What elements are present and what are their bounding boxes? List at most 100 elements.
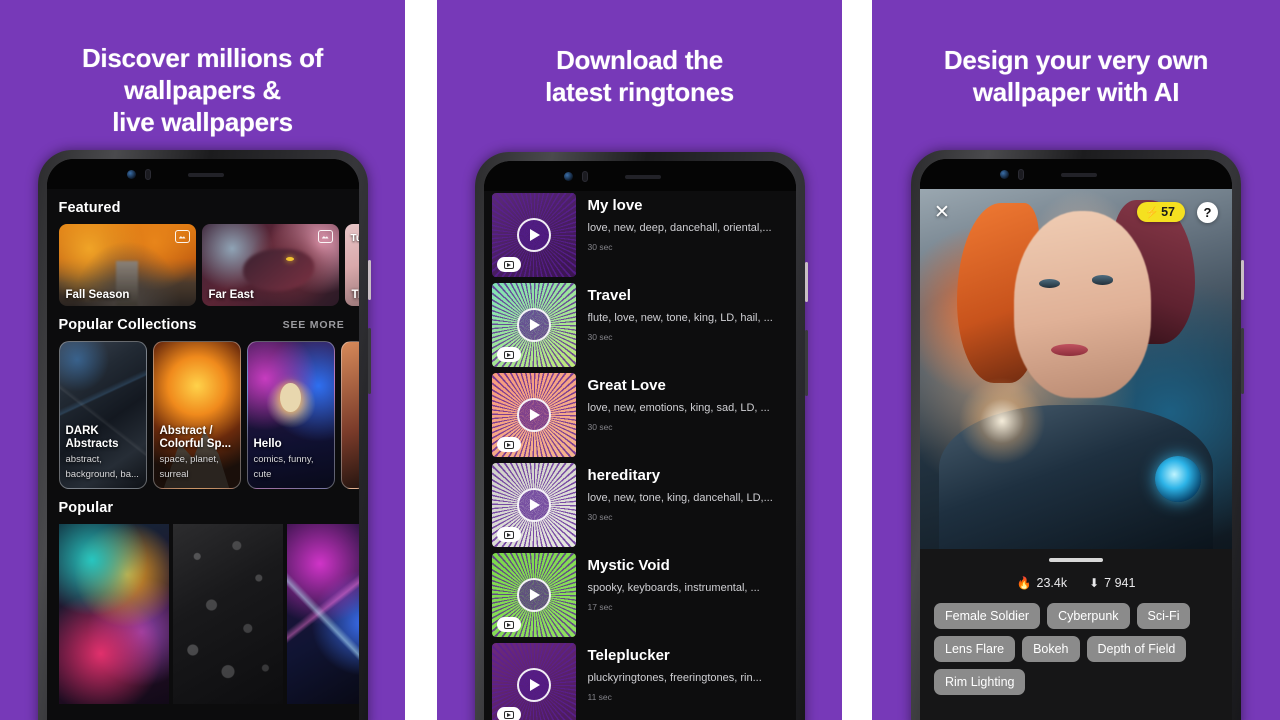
prompt-chip[interactable]: Lens Flare [934, 636, 1016, 662]
topbar-right-group: ⚡ 57 ? [1137, 201, 1218, 223]
collections-carousel[interactable]: DARK Abstracts abstract, background, ba.… [47, 341, 359, 489]
collection-card[interactable]: Hello comics, funny, cute [246, 341, 335, 489]
collection-card[interactable]: DARK Abstracts abstract, background, ba.… [58, 341, 147, 489]
popular-wallpaper-tile[interactable] [58, 524, 169, 704]
play-button-icon[interactable] [516, 488, 551, 522]
ringtone-title: Travel [587, 287, 631, 304]
ringtone-duration: 30 sec [587, 332, 613, 342]
credits-badge[interactable]: ⚡ 57 [1137, 202, 1185, 222]
phone-side-button-power[interactable] [1241, 328, 1244, 394]
ringtone-tags: pluckyringtones, freeringtones, rin... [587, 672, 762, 684]
screenshot-stage: Discover millions of wallpapers & live w… [0, 0, 1280, 720]
video-badge-icon [496, 617, 521, 632]
likes-count: 23.4k [1036, 576, 1068, 590]
ringtone-tags: love, new, tone, king, dancehall, LD,... [587, 492, 773, 504]
play-button-icon[interactable] [516, 218, 551, 252]
ringtone-thumbnail[interactable] [491, 643, 576, 720]
sheet-drag-handle[interactable] [1049, 558, 1103, 562]
ringtone-duration: 30 sec [587, 242, 613, 252]
prompt-chip[interactable]: Female Soldier [934, 603, 1041, 629]
ringtone-meta: Teleplucker pluckyringtones, freerington… [588, 643, 786, 702]
ringtone-list-item[interactable]: hereditary love, new, tone, king, danceh… [484, 463, 796, 547]
promo-panel-wallpapers: Discover millions of wallpapers & live w… [0, 0, 405, 720]
play-button-icon[interactable] [516, 308, 551, 342]
play-button-icon[interactable] [516, 668, 551, 702]
ringtone-title: Teleplucker [587, 647, 670, 664]
ringtone-thumbnail[interactable] [491, 553, 576, 637]
phone-screen-3: ✕ ⚡ 57 ? 🔥 23.4k ⬇ 7 941 Female Soldier … [920, 159, 1232, 720]
front-camera-icon [563, 172, 573, 181]
video-badge-icon [496, 347, 521, 362]
ringtone-title: Great Love [587, 377, 666, 394]
downloads-stat: ⬇ 7 941 [1089, 576, 1135, 590]
collection-card[interactable] [340, 341, 359, 489]
ringtone-list-item[interactable]: Teleplucker pluckyringtones, freerington… [484, 643, 796, 720]
ringtone-thumbnail[interactable] [491, 193, 576, 277]
ringtone-title: hereditary [587, 467, 661, 484]
prompt-chip[interactable]: Rim Lighting [934, 669, 1026, 695]
proximity-sensor-icon [144, 169, 151, 180]
featured-carousel[interactable]: Fall Season Far East Tu inte Try [47, 224, 359, 306]
front-camera-icon [1000, 170, 1009, 179]
prompt-tag-chips: Female Soldier Cyberpunk Sci-Fi Lens Fla… [920, 590, 1232, 695]
help-icon[interactable]: ? [1197, 201, 1218, 223]
featured-card-label: Fall Season [65, 289, 130, 301]
panel-3-headline: Design your very own wallpaper with AI [872, 0, 1280, 108]
ringtone-thumbnail[interactable] [491, 283, 576, 367]
close-icon[interactable]: ✕ [934, 203, 950, 222]
ai-wallpaper-screen: ✕ ⚡ 57 ? 🔥 23.4k ⬇ 7 941 Female Soldier … [920, 189, 1232, 720]
phone-side-button-power[interactable] [804, 330, 808, 396]
download-icon: ⬇ [1089, 576, 1100, 590]
prompt-chip[interactable]: Bokeh [1022, 636, 1080, 662]
ringtone-tags: spooky, keyboards, instrumental, ... [587, 582, 760, 594]
phone-side-button-volume[interactable] [367, 260, 371, 300]
phone-screen-2: My love love, new, deep, dancehall, orie… [483, 161, 796, 720]
headline-line-2: wallpaper with AI [972, 77, 1180, 107]
popular-wallpaper-tile[interactable] [286, 524, 359, 704]
see-more-button[interactable]: SEE MORE [283, 316, 345, 331]
ai-generated-wallpaper-preview[interactable]: ✕ ⚡ 57 ? [920, 189, 1232, 549]
collection-card[interactable]: Abstract / Colorful Sp... space, planet,… [152, 341, 241, 489]
ringtone-list-item[interactable]: My love love, new, deep, dancehall, orie… [484, 193, 796, 277]
ringtone-list-item[interactable]: Travel flute, love, new, tone, king, LD,… [484, 283, 796, 367]
collection-title-line-1: DARK [65, 425, 99, 437]
collection-title-line-2: Colorful Sp... [159, 438, 232, 450]
video-badge-icon [496, 707, 521, 720]
ai-preview-topbar: ✕ ⚡ 57 ? [920, 189, 1232, 235]
popular-wallpaper-tile[interactable] [172, 524, 283, 704]
featured-card-sub: Tu inte [350, 233, 359, 244]
phone-notch-bar [483, 161, 796, 191]
headline-line-1: Design your very own [943, 45, 1209, 75]
wallpaper-app-screen: Featured Fall Season Far East Tu inte [46, 189, 359, 720]
prompt-chip[interactable]: Cyberpunk [1047, 603, 1130, 629]
ringtone-duration: 11 sec [587, 692, 612, 702]
headline-line-1: Discover millions of [81, 43, 324, 73]
headline-line-1: Download the [556, 45, 723, 75]
ringtone-thumbnail[interactable] [491, 463, 576, 547]
phone-side-button-volume[interactable] [804, 262, 808, 302]
featured-card[interactable]: Far East [201, 224, 339, 306]
section-title-popular-collections: Popular Collections [58, 317, 197, 333]
phone-mockup-3: ✕ ⚡ 57 ? 🔥 23.4k ⬇ 7 941 Female Soldier … [911, 150, 1244, 720]
fire-icon: 🔥 [1016, 576, 1032, 590]
ringtone-list-item[interactable]: Great Love love, new, emotions, king, sa… [484, 373, 796, 457]
ringtone-list-item[interactable]: Mystic Void spooky, keyboards, instrumen… [484, 553, 796, 637]
collection-tags-line-2: surreal [159, 468, 189, 480]
earpiece-speaker [187, 173, 224, 177]
featured-card[interactable]: Tu inte Try [344, 224, 359, 306]
phone-side-button-power[interactable] [367, 328, 371, 394]
phone-side-button-volume[interactable] [1241, 260, 1244, 300]
wallpaper-stats: 🔥 23.4k ⬇ 7 941 [920, 576, 1232, 590]
prompt-chip[interactable]: Sci-Fi [1136, 603, 1191, 629]
popular-grid[interactable] [47, 524, 359, 704]
featured-card[interactable]: Fall Season [58, 224, 196, 306]
ringtone-duration: 30 sec [587, 422, 613, 432]
play-button-icon[interactable] [516, 578, 551, 612]
lightning-bolt-icon: ⚡ [1145, 206, 1160, 219]
image-icon [317, 230, 333, 243]
phone-mockup-1: Featured Fall Season Far East Tu inte [37, 150, 371, 720]
headline-line-3: live wallpapers [112, 107, 293, 137]
ringtone-thumbnail[interactable] [491, 373, 576, 457]
play-button-icon[interactable] [516, 398, 551, 432]
prompt-chip[interactable]: Depth of Field [1086, 636, 1187, 662]
